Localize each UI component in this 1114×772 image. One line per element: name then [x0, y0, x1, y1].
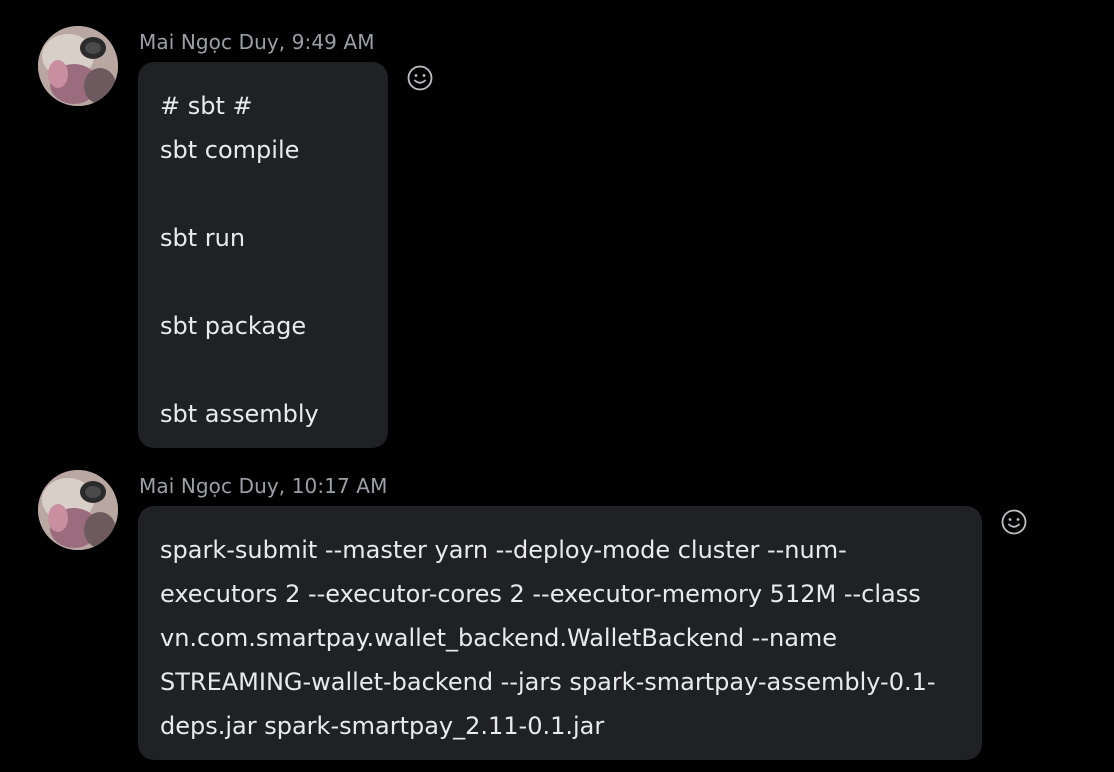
message-line: spark-submit --master yarn --deploy-mode…: [160, 536, 847, 564]
message-bubble[interactable]: # sbt # sbt compile sbt run sbt package …: [138, 62, 388, 448]
message-line: sbt compile: [160, 136, 300, 164]
message-meta: Mai Ngọc Duy, 10:17 AM: [139, 474, 388, 498]
avatar-photo: [38, 26, 118, 106]
message-meta: Mai Ngọc Duy, 9:49 AM: [139, 30, 375, 54]
message-line: [160, 172, 366, 216]
message-line: deps.jar spark-smartpay_2.11-0.1.jar: [160, 712, 605, 740]
smiley-icon: [407, 65, 433, 91]
message-bubble[interactable]: spark-submit --master yarn --deploy-mode…: [138, 506, 982, 760]
message-line: [160, 348, 366, 392]
smiley-icon: [1001, 509, 1027, 535]
message-line: sbt run: [160, 224, 246, 252]
message-line: vn.com.smartpay.wallet_backend.WalletBac…: [160, 624, 838, 652]
avatar-photo: [38, 470, 118, 550]
message-line: executors 2 --executor-cores 2 --executo…: [160, 580, 921, 608]
chat-thread: Mai Ngọc Duy, 9:49 AM # sbt # sbt compil…: [0, 0, 1114, 772]
avatar[interactable]: [38, 26, 118, 106]
message-line: sbt assembly: [160, 400, 319, 428]
avatar[interactable]: [38, 470, 118, 550]
add-reaction-button[interactable]: [1000, 508, 1028, 536]
message-line: # sbt #: [160, 92, 253, 120]
add-reaction-button[interactable]: [406, 64, 434, 92]
message-line: STREAMING-wallet-backend --jars spark-sm…: [160, 668, 936, 696]
message-line: sbt package: [160, 312, 307, 340]
message-line: [160, 260, 366, 304]
